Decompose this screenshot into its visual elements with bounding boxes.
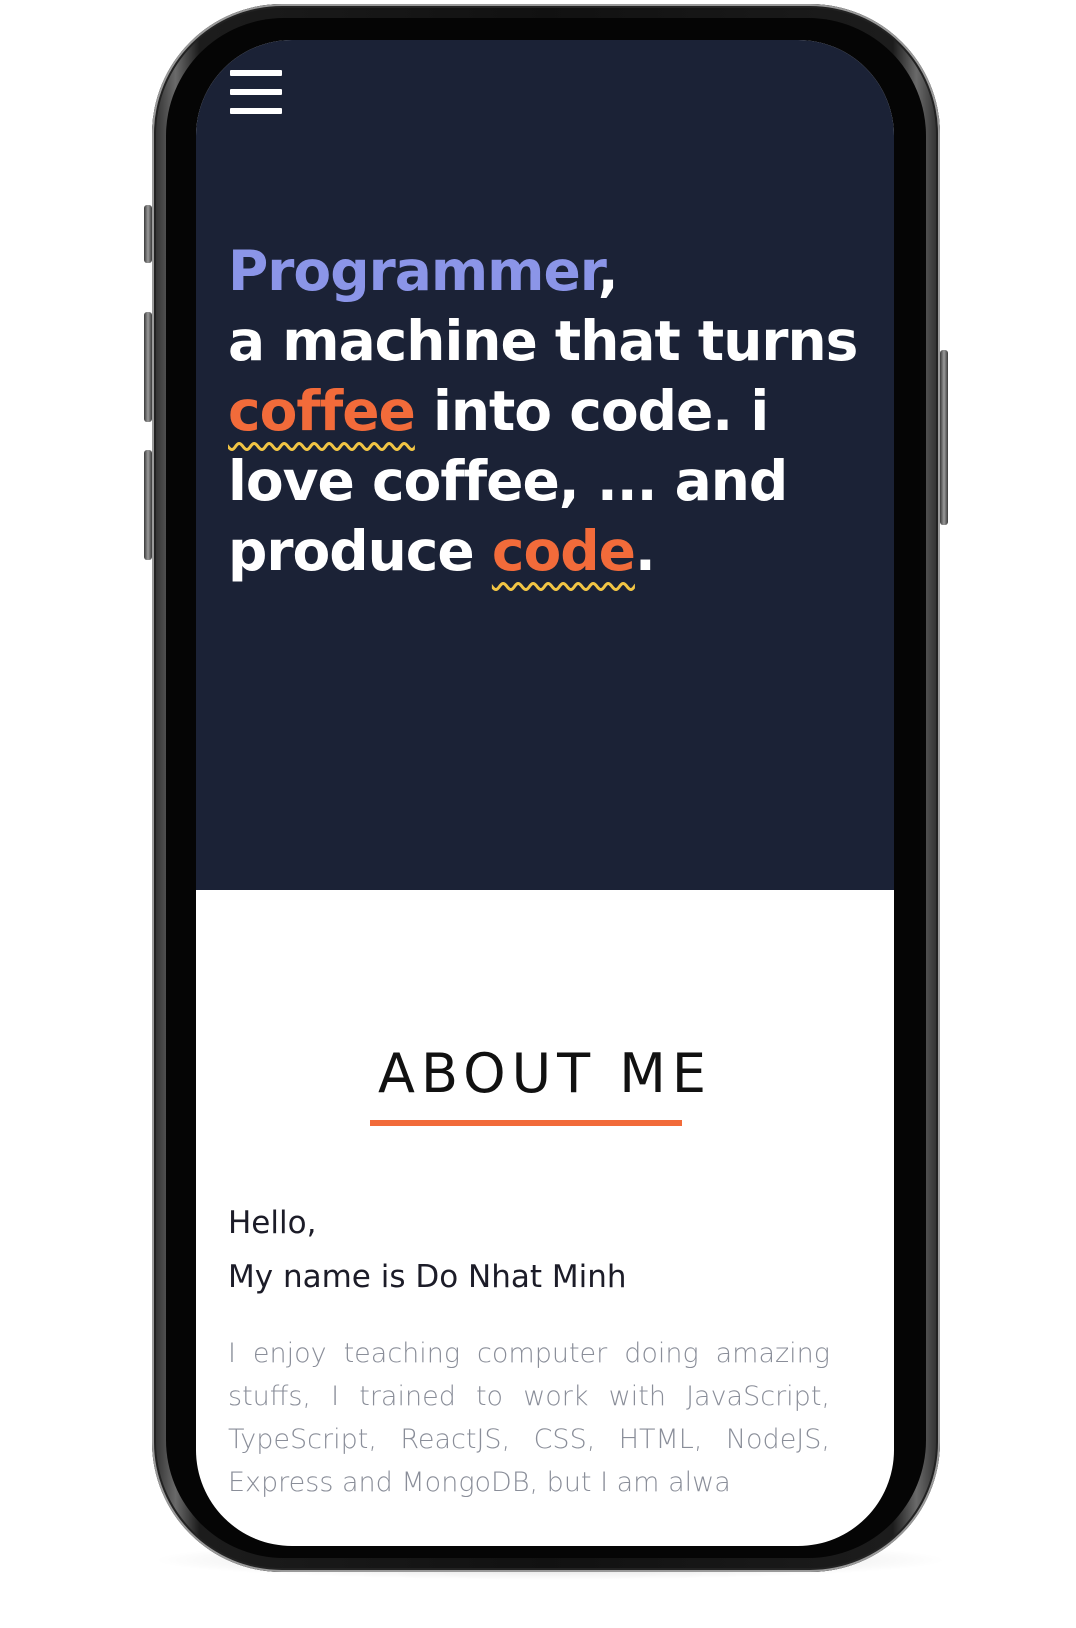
hero-comma: , [597,239,619,303]
about-bio: I enjoy teaching computer doing amazing … [228,1338,830,1498]
hero-line-2: a machine that turns [228,309,858,373]
hamburger-menu-icon[interactable] [230,70,282,116]
about-title: ABOUT ME [378,1042,712,1105]
device-mockup: Programmer, a machine that turns coffee in… [0,0,1076,1628]
greeting-name: My name is Do Nhat Minh [228,1259,627,1295]
hero-highlight-programmer: Programmer [228,239,599,303]
volume-up-button [144,312,152,422]
greeting-hello: Hello, [228,1205,317,1241]
hero-highlight-coffee: coffee [228,379,416,443]
about-greeting: Hello, My name is Do Nhat Minh [228,1196,627,1304]
silent-switch [144,205,152,263]
phone-screen: Programmer, a machine that turns coffee in… [196,40,894,1546]
about-title-underline [370,1120,682,1126]
power-button [940,350,948,525]
hero-period: . [634,519,656,583]
hero-highlight-code: code [491,519,636,583]
volume-down-button [144,450,152,560]
hero-section: Programmer, a machine that turns coffee in… [196,40,894,890]
hero-headline: Programmer, a machine that turns coffee in… [228,236,868,586]
